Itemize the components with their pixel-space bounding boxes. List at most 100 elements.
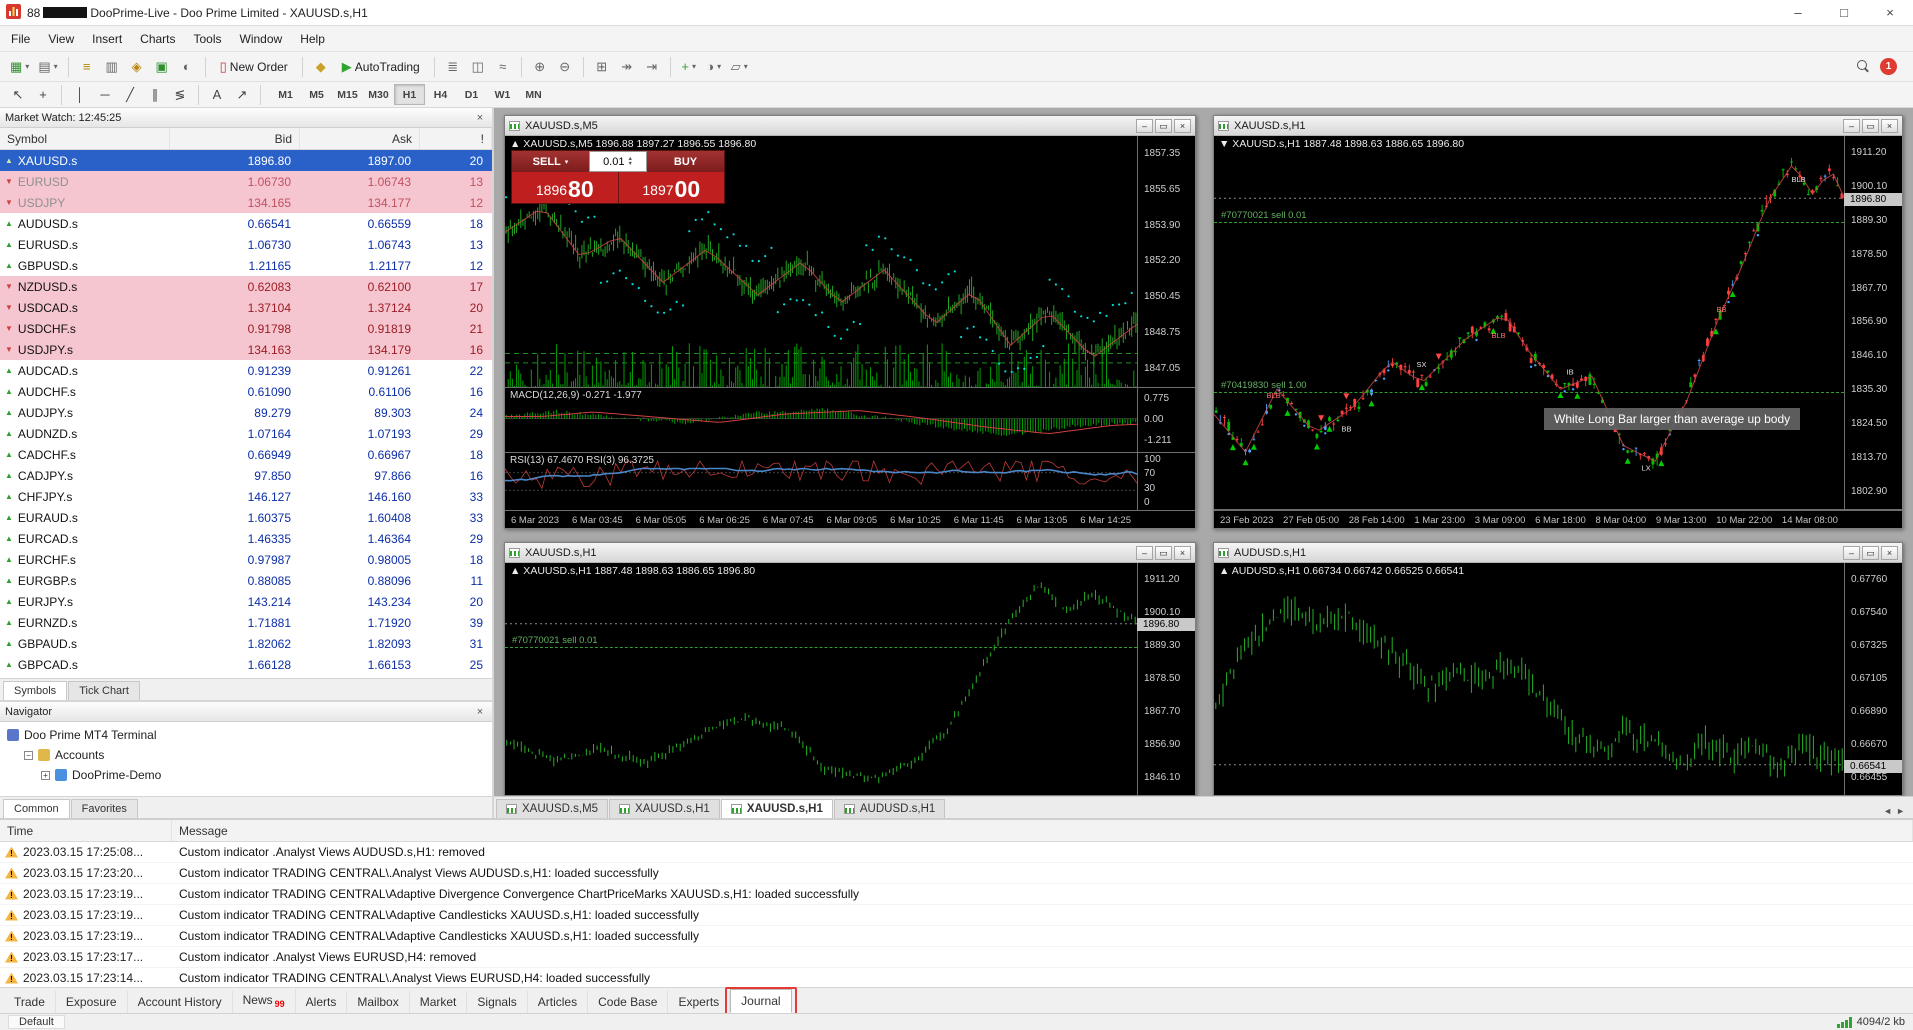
market-watch-row-eurcad-s[interactable]: ▲EURCAD.s1.463351.4636429: [0, 528, 492, 549]
market-watch-tab-tick-chart[interactable]: Tick Chart: [68, 681, 140, 700]
chart-minimize-button[interactable]: –: [1843, 546, 1860, 560]
timeframe-m15-button[interactable]: M15: [332, 84, 363, 105]
market-watch-row-cadchf-s[interactable]: ▲CADCHF.s0.669490.6696718: [0, 444, 492, 465]
market-watch-row-nzdusd-s[interactable]: ▼NZDUSD.s0.620830.6210017: [0, 276, 492, 297]
terminal-tab-alerts[interactable]: Alerts: [296, 991, 348, 1013]
terminal-tab-experts[interactable]: Experts: [668, 991, 730, 1013]
timeframe-h1-button[interactable]: H1: [394, 84, 425, 105]
chart-window-titlebar[interactable]: AUDUSD.s,H1 – ▭ ×: [1214, 543, 1902, 563]
market-watch-close-icon[interactable]: ×: [473, 112, 487, 124]
new-chart-button[interactable]: ▦▾: [6, 55, 33, 78]
menu-charts[interactable]: Charts: [131, 27, 184, 51]
column-bid[interactable]: Bid: [170, 128, 300, 149]
chart-tab-xauusd-s-h1[interactable]: XAUUSD.s,H1: [721, 799, 833, 818]
minimize-button[interactable]: –: [1775, 0, 1821, 25]
candlestick-chart[interactable]: BLBBBSXBLBIBLXBBBLB: [1214, 136, 1844, 509]
chart-candles-button[interactable]: ◫: [466, 55, 490, 78]
sell-button[interactable]: SELL ▾: [512, 151, 589, 172]
timeframe-m5-button[interactable]: M5: [301, 84, 332, 105]
lot-spinner[interactable]: ▲▼: [627, 157, 632, 167]
market-watch-row-euraud-s[interactable]: ▲EURAUD.s1.603751.6040833: [0, 507, 492, 528]
navigator-item-dooprime-demo[interactable]: +DooPrime-Demo: [0, 765, 492, 785]
chart-window-xauusd-h1-right[interactable]: XAUUSD.s,H1 – ▭ × BLBBBSXBLBIBLXBBBLB ▼ …: [1213, 115, 1903, 529]
market-watch-row-audcad-s[interactable]: ▲AUDCAD.s0.912390.9126122: [0, 360, 492, 381]
navigator-button[interactable]: ◈: [125, 55, 149, 78]
tile-windows-button[interactable]: ⊞: [590, 55, 614, 78]
chart-window-xauusd-h1-left[interactable]: XAUUSD.s,H1 – ▭ × ▲ XAUUSD.s,H1 1887.48 …: [504, 542, 1196, 796]
price-pane[interactable]: ▲ AUDUSD.s,H1 0.66734 0.66742 0.66525 0.…: [1214, 563, 1902, 795]
chart-minimize-button[interactable]: –: [1136, 119, 1153, 133]
market-watch-row-audnzd-s[interactable]: ▲AUDNZD.s1.071641.0719329: [0, 423, 492, 444]
autotrading-button[interactable]: ▶AutoTrading: [334, 55, 428, 78]
scroll-left-icon[interactable]: ◄: [1883, 806, 1892, 816]
chart-restore-button[interactable]: ▭: [1155, 119, 1172, 133]
journal-row[interactable]: !2023.03.15 17:23:14...Custom indicator …: [0, 968, 1913, 987]
market-watch-row-audusd-s[interactable]: ▲AUDUSD.s0.665410.6655918: [0, 213, 492, 234]
chart-tab-xauusd-s-m5[interactable]: XAUUSD.s,M5: [496, 799, 608, 818]
market-watch-row-usdchf-s[interactable]: ▼USDCHF.s0.917980.9181921: [0, 318, 492, 339]
channel-button[interactable]: ∥: [143, 83, 167, 106]
collapse-icon[interactable]: −: [24, 751, 33, 760]
column-message[interactable]: Message: [172, 820, 1913, 841]
terminal-tab-news[interactable]: News99: [233, 989, 296, 1013]
journal-row[interactable]: !2023.03.15 17:25:08...Custom indicator …: [0, 842, 1913, 863]
chart-line-button[interactable]: ≈: [491, 55, 515, 78]
terminal-tab-journal[interactable]: Journal: [730, 989, 791, 1013]
column-symbol[interactable]: Symbol: [0, 128, 170, 149]
chart-close-button[interactable]: ×: [1881, 119, 1898, 133]
navigator-item-accounts[interactable]: −Accounts: [0, 745, 492, 765]
scroll-right-icon[interactable]: ►: [1896, 806, 1905, 816]
cursor-button[interactable]: ↖: [6, 83, 30, 106]
profile-indicator[interactable]: Default: [8, 1015, 65, 1029]
price-pane[interactable]: ▲ XAUUSD.s,M5 1896.88 1897.27 1896.55 18…: [505, 136, 1195, 388]
zoom-in-button[interactable]: ⊕: [528, 55, 552, 78]
timeframe-m1-button[interactable]: M1: [270, 84, 301, 105]
chart-close-button[interactable]: ×: [1174, 546, 1191, 560]
column-ask[interactable]: Ask: [300, 128, 420, 149]
market-watch-row-gbpaud-s[interactable]: ▲GBPAUD.s1.820621.8209331: [0, 633, 492, 654]
sell-price[interactable]: 1896 80: [512, 172, 619, 203]
market-watch-row-eurusd[interactable]: ▼EURUSD1.067301.0674313: [0, 171, 492, 192]
terminal-tab-exposure[interactable]: Exposure: [56, 991, 128, 1013]
timeframe-h4-button[interactable]: H4: [425, 84, 456, 105]
terminal-tab-market[interactable]: Market: [410, 991, 468, 1013]
column-spread[interactable]: !: [420, 128, 492, 149]
terminal-tab-account-history[interactable]: Account History: [128, 991, 233, 1013]
macd-pane[interactable]: MACD(12,26,9) -0.271 -1.977 0.7750.00-1.…: [505, 388, 1195, 453]
price-pane[interactable]: ▲ XAUUSD.s,H1 1887.48 1898.63 1886.65 18…: [505, 563, 1195, 795]
market-watch-button[interactable]: ≡: [75, 55, 99, 78]
market-watch-row-eurchf-s[interactable]: ▲EURCHF.s0.979870.9800518: [0, 549, 492, 570]
market-watch-tab-symbols[interactable]: Symbols: [3, 681, 67, 700]
order-line[interactable]: #70770021 sell 0.01: [1214, 222, 1844, 223]
price-chart[interactable]: [505, 563, 1137, 795]
market-watch-row-cadjpy-s[interactable]: ▲CADJPY.s97.85097.86616: [0, 465, 492, 486]
chart-tab-audusd-s-h1[interactable]: AUDUSD.s,H1: [834, 799, 945, 818]
menu-help[interactable]: Help: [291, 27, 334, 51]
expand-icon[interactable]: +: [41, 771, 50, 780]
connection-status[interactable]: 4094/2 kb: [1837, 1016, 1905, 1028]
market-watch-row-gbpcad-s[interactable]: ▲GBPCAD.s1.661281.6615325: [0, 654, 492, 675]
text-tool-button[interactable]: A: [205, 83, 229, 106]
maximize-button[interactable]: □: [1821, 0, 1867, 25]
chart-close-button[interactable]: ×: [1174, 119, 1191, 133]
buy-button[interactable]: BUY: [647, 151, 724, 172]
terminal-button[interactable]: ▣: [150, 55, 174, 78]
notification-badge[interactable]: 1: [1880, 58, 1897, 75]
market-watch-row-eurnzd-s[interactable]: ▲EURNZD.s1.718811.7192039: [0, 612, 492, 633]
market-watch-row-usdcad-s[interactable]: ▼USDCAD.s1.371041.3712420: [0, 297, 492, 318]
templates-button[interactable]: ▱▾: [727, 55, 752, 78]
order-line[interactable]: #70770021 sell 0.01: [505, 647, 1137, 648]
journal-row[interactable]: !2023.03.15 17:23:20...Custom indicator …: [0, 863, 1913, 884]
rsi-pane[interactable]: RSI(13) 67.4670 RSI(3) 96.3725 10070300: [505, 453, 1195, 510]
terminal-tab-mailbox[interactable]: Mailbox: [347, 991, 409, 1013]
chart-window-titlebar[interactable]: XAUUSD.s,M5 – ▭ ×: [505, 116, 1195, 136]
market-watch-row-audchf-s[interactable]: ▲AUDCHF.s0.610900.6110616: [0, 381, 492, 402]
chart-window-audusd-h1[interactable]: AUDUSD.s,H1 – ▭ × ▲ AUDUSD.s,H1 0.66734 …: [1213, 542, 1903, 796]
market-watch-row-eurusd-s[interactable]: ▲EURUSD.s1.067301.0674313: [0, 234, 492, 255]
market-watch-row-audjpy-s[interactable]: ▲AUDJPY.s89.27989.30324: [0, 402, 492, 423]
chart-close-button[interactable]: ×: [1881, 546, 1898, 560]
chart-window-xauusd-m5[interactable]: XAUUSD.s,M5 – ▭ × ▲ XAUUSD.s,M5 1896.88 …: [504, 115, 1196, 529]
chart-bars-button[interactable]: ≣: [441, 55, 465, 78]
vertical-line-button[interactable]: │: [68, 83, 92, 106]
timeframe-mn-button[interactable]: MN: [518, 84, 549, 105]
